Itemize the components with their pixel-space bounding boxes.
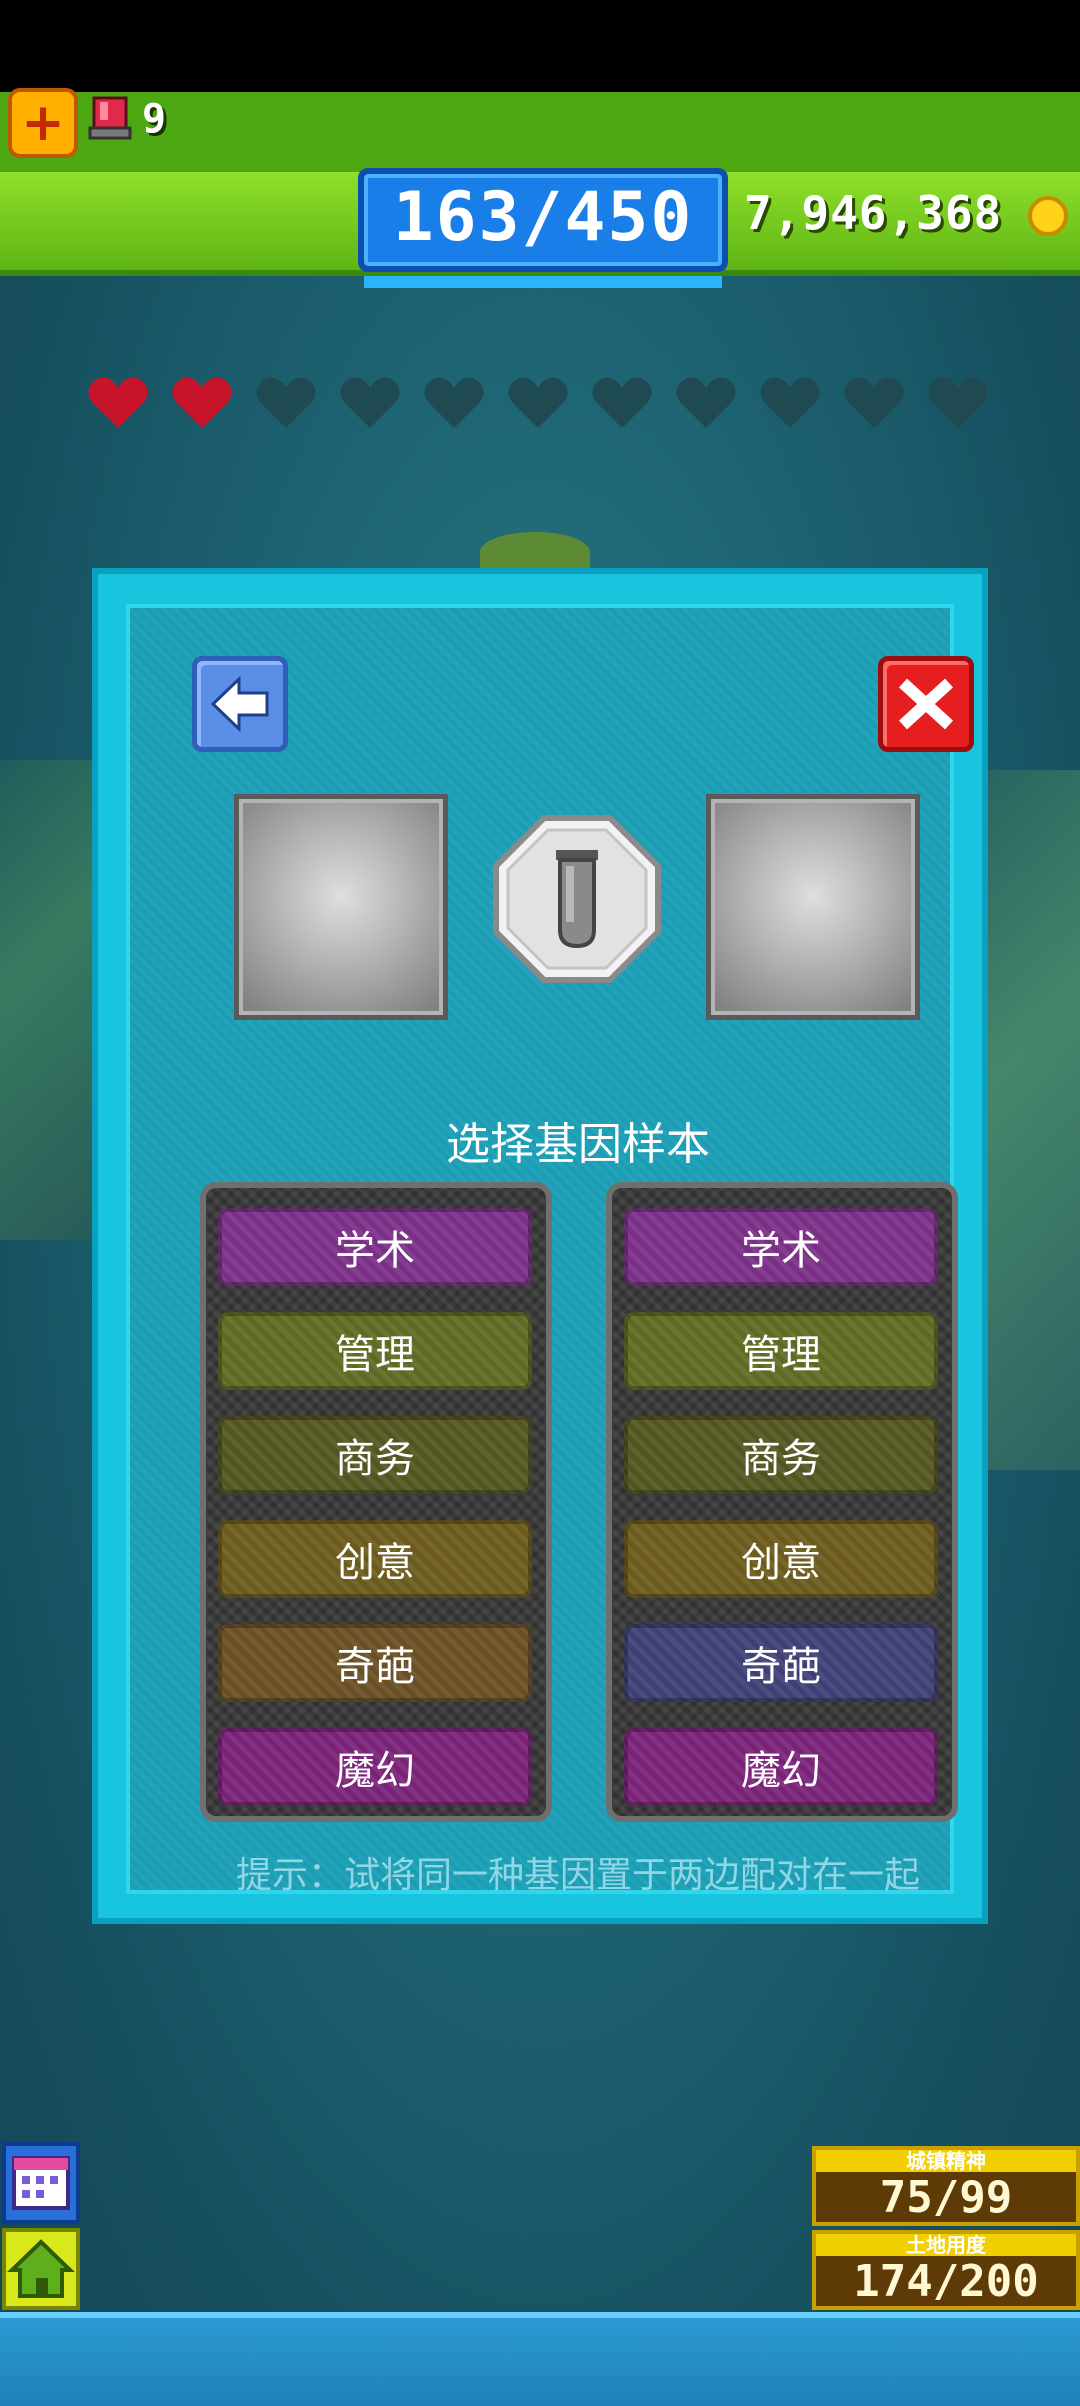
gene-button[interactable]: 奇葩 <box>218 1624 532 1702</box>
calendar-button[interactable] <box>2 2142 80 2224</box>
land-usage-label: 土地用度 <box>816 2234 1076 2256</box>
city-left-background <box>0 760 100 1240</box>
heart-icon <box>170 372 234 432</box>
heart-icon <box>422 372 486 432</box>
land-usage-value: 174/200 <box>853 2256 1039 2307</box>
gene-dialog: 选择基因样本 学术管理商务创意奇葩魔幻 学术管理商务创意奇葩魔幻 提示：试将同一… <box>92 568 988 1924</box>
gene-button[interactable]: 学术 <box>624 1208 938 1286</box>
back-button[interactable] <box>192 656 288 752</box>
gene-list-right: 学术管理商务创意奇葩魔幻 <box>606 1182 958 1822</box>
land-usage-stat: 土地用度 174/200 <box>812 2230 1080 2310</box>
island-hill <box>480 532 590 572</box>
heart-icon <box>926 372 990 432</box>
gene-dialog-inner: 选择基因样本 学术管理商务创意奇葩魔幻 学术管理商务创意奇葩魔幻 提示：试将同一… <box>126 604 974 1896</box>
status-bar <box>0 0 1080 92</box>
gene-button[interactable]: 商务 <box>218 1416 532 1494</box>
heart-icon <box>254 372 318 432</box>
gene-slot-left[interactable] <box>234 794 448 1020</box>
population-counter: 163/450 <box>358 168 728 288</box>
heart-icon <box>86 372 150 432</box>
calendar-icon <box>12 2156 70 2210</box>
bottom-bar <box>0 2312 1080 2406</box>
gene-button[interactable]: 魔幻 <box>624 1728 938 1806</box>
gene-button[interactable]: 创意 <box>218 1520 532 1598</box>
gene-button[interactable]: 管理 <box>218 1312 532 1390</box>
test-tube-badge <box>492 814 662 984</box>
gene-button[interactable]: 管理 <box>624 1312 938 1390</box>
coin-count: 7,946,368 <box>744 186 1003 240</box>
heart-icon <box>842 372 906 432</box>
gene-button[interactable]: 创意 <box>624 1520 938 1598</box>
gene-button[interactable]: 学术 <box>218 1208 532 1286</box>
home-button[interactable] <box>2 2228 80 2310</box>
population-bar <box>364 276 722 288</box>
test-tube-icon <box>493 815 661 983</box>
gene-button[interactable]: 奇葩 <box>624 1624 938 1702</box>
gene-button[interactable]: 商务 <box>624 1416 938 1494</box>
gene-slot-right[interactable] <box>706 794 920 1020</box>
plus-icon: + <box>21 93 65 153</box>
gene-list-left: 学术管理商务创意奇葩魔幻 <box>200 1182 552 1822</box>
home-icon <box>7 2239 75 2298</box>
close-icon <box>898 678 954 730</box>
heart-icon <box>338 372 402 432</box>
add-button[interactable]: + <box>8 88 78 158</box>
dialog-title: 选择基因样本 <box>446 1119 710 1170</box>
town-spirit-stat: 城镇精神 75/99 <box>812 2146 1080 2226</box>
heart-icon <box>506 372 570 432</box>
alarm-icon[interactable] <box>88 94 132 142</box>
coin-icon <box>1028 196 1068 236</box>
close-button[interactable] <box>878 656 974 752</box>
population-value: 163/450 <box>392 178 694 257</box>
town-spirit-value: 75/99 <box>879 2172 1013 2223</box>
town-spirit-label: 城镇精神 <box>816 2150 1076 2172</box>
back-arrow-icon <box>210 675 269 733</box>
gene-button[interactable]: 魔幻 <box>218 1728 532 1806</box>
hint-text: 提示：试将同一种基因置于两边配对在一起 <box>235 1855 920 1896</box>
heart-icon <box>674 372 738 432</box>
alarm-count: 9 <box>142 96 167 142</box>
heart-icon <box>590 372 654 432</box>
heart-icon <box>758 372 822 432</box>
